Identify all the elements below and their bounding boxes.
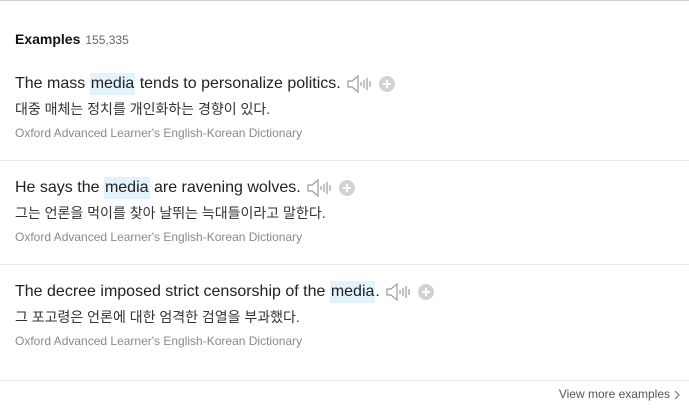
plus-circle-icon[interactable] [417,284,434,300]
plus-circle-icon[interactable] [378,76,395,92]
sentence-text: tends to personalize politics. [135,75,341,92]
divider [0,160,689,161]
speaker-icon[interactable] [386,282,412,302]
examples-count: 155,335 [85,33,129,47]
sentence-text: The mass [15,75,90,92]
examples-panel: Examples 155,335 The mass media tends to… [0,0,689,409]
plus-circle-icon[interactable] [338,180,355,196]
example-item: The decree imposed strict censorship of … [15,281,689,349]
divider [0,380,689,381]
example-translation: 그 포고령은 언론에 대한 엄격한 검열을 부과했다. [15,309,300,325]
divider [0,264,689,265]
view-more-label: View more examples [558,387,670,401]
example-translation: 대중 매체는 정치를 개인화하는 경향이 있다. [15,101,271,117]
example-item: The mass media tends to personalize poli… [15,73,689,141]
example-source: Oxford Advanced Learner's English-Korean… [15,334,303,348]
example-sentence: The mass media tends to personalize poli… [15,73,689,95]
speaker-icon[interactable] [307,178,333,198]
example-sentence: He says the media are ravening wolves. [15,177,689,199]
examples-title: Examples [15,31,81,47]
examples-header: Examples 155,335 [15,31,129,51]
example-source: Oxford Advanced Learner's English-Korean… [15,230,303,244]
example-source: Oxford Advanced Learner's English-Korean… [15,126,303,140]
view-more-link[interactable]: View more examples [559,387,681,401]
example-translation: 그는 언론을 먹이를 찾아 날뛰는 늑대들이라고 말한다. [15,205,326,221]
example-item: He says the media are ravening wolves. 그… [15,177,689,245]
chevron-right-icon [673,389,681,400]
keyword-highlight: media [103,177,150,199]
sentence-text: . [375,283,380,300]
sentence-text: The decree imposed strict censorship of … [15,283,330,300]
keyword-highlight: media [329,281,376,303]
keyword-highlight: media [89,73,136,95]
sentence-text: He says the [15,179,104,196]
speaker-icon[interactable] [347,74,373,94]
example-sentence: The decree imposed strict censorship of … [15,281,689,303]
sentence-text: are ravening wolves. [149,179,301,196]
